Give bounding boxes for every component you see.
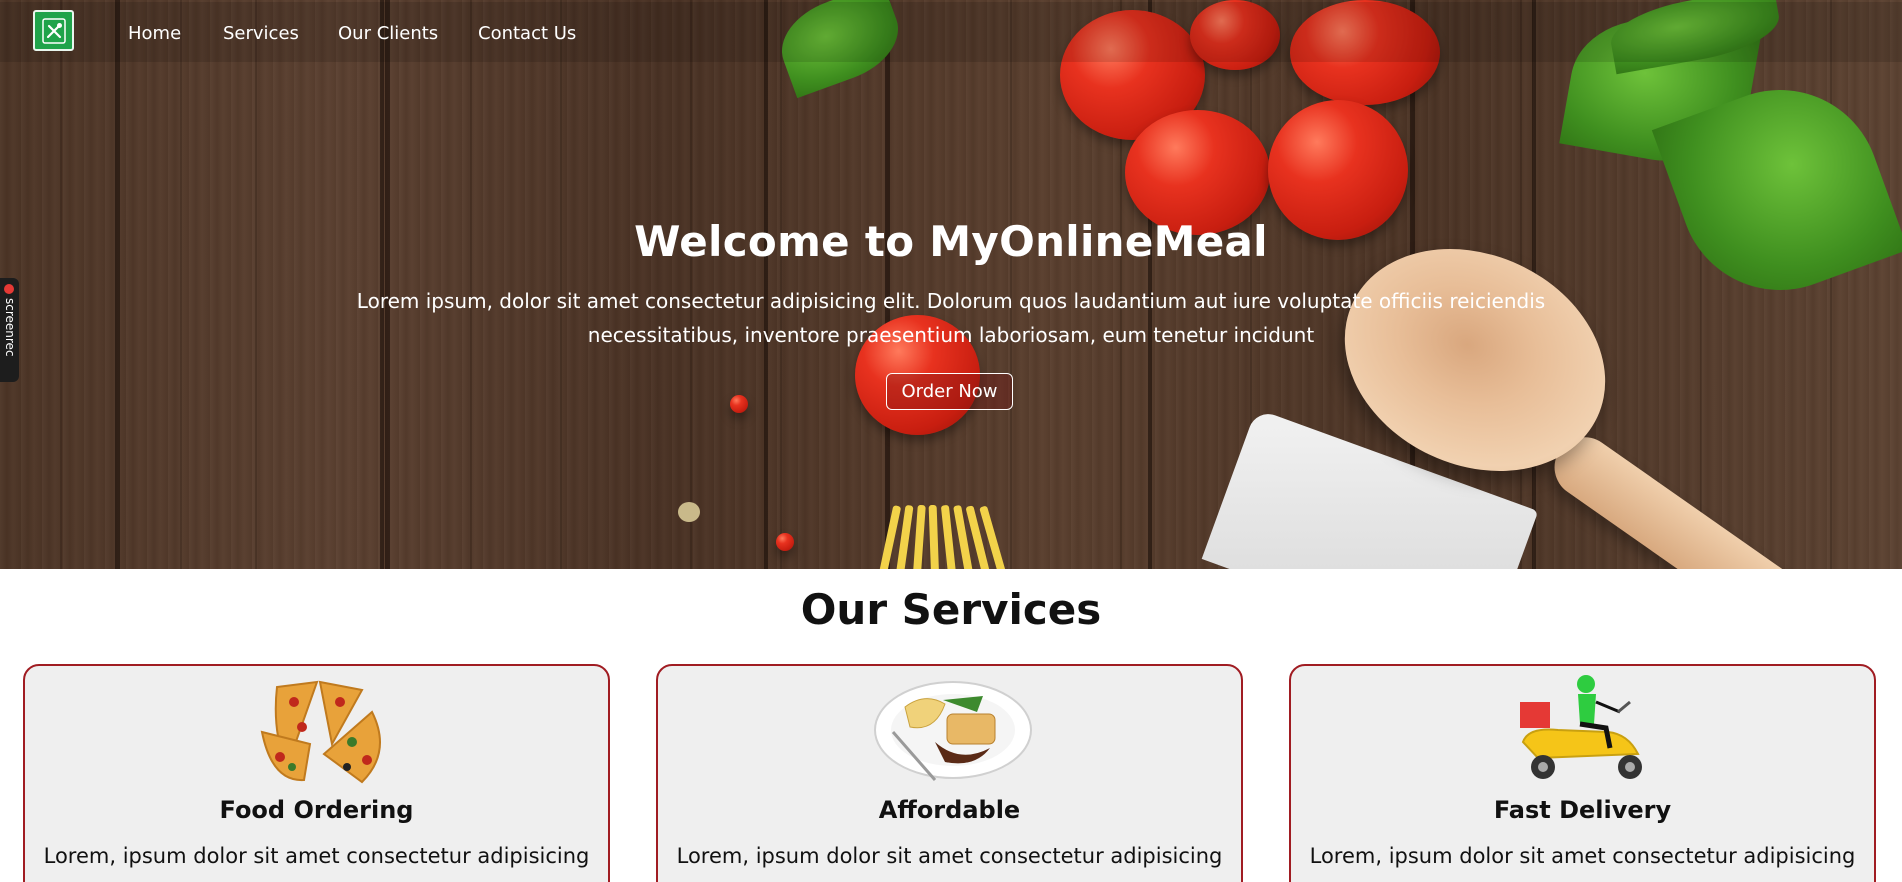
navbar: Home Services Our Clients Contact Us [0,2,1902,62]
screenrec-widget[interactable]: screenrec [0,278,19,382]
nav-link-contact-us[interactable]: Contact Us [478,23,576,44]
screenrec-label: screenrec [3,298,17,357]
card-text: Lorem, ipsum dolor sit amet consectetur … [676,844,1223,868]
card-text: Lorem, ipsum dolor sit amet consectetur … [43,844,590,868]
card-title: Food Ordering [219,796,414,824]
pizza-icon [260,680,381,784]
hero-description: Lorem ipsum, dolor sit amet consectetur … [300,284,1602,352]
wooden-spoon-image [1542,425,1840,569]
meal-plate-icon [873,681,1032,781]
card-text: Lorem, ipsum dolor sit amet consectetur … [1309,844,1856,868]
wood-plank-divider [115,0,120,569]
service-card-fast-delivery: Fast Delivery Lorem, ipsum dolor sit ame… [1289,664,1876,882]
record-icon [4,284,14,294]
fork-knife-icon [41,17,66,44]
hero-banner: Home Services Our Clients Contact Us Wel… [0,0,1902,569]
nav-link-services[interactable]: Services [223,23,299,44]
peppercorn-image [776,533,794,551]
order-now-button[interactable]: Order Now [886,373,1013,410]
nav-link-our-clients[interactable]: Our Clients [338,23,438,44]
peppercorn-image [730,395,748,413]
logo-icon[interactable] [33,10,74,51]
peppercorn-image [678,502,700,522]
card-title: Affordable [878,796,1021,824]
hero-title: Welcome to MyOnlineMeal [634,217,1268,266]
service-card-affordable: Affordable Lorem, ipsum dolor sit amet c… [656,664,1243,882]
delivery-scooter-icon [1519,675,1642,779]
service-card-food-ordering: Food Ordering Lorem, ipsum dolor sit ame… [23,664,610,882]
services-heading: Our Services [800,585,1102,634]
hero-description-line-2: necessitatibus, inventore praesentium la… [587,323,1315,347]
nav-link-home[interactable]: Home [128,23,181,44]
card-title: Fast Delivery [1493,796,1672,824]
hero-description-line-1: Lorem ipsum, dolor sit amet consectetur … [356,289,1546,313]
